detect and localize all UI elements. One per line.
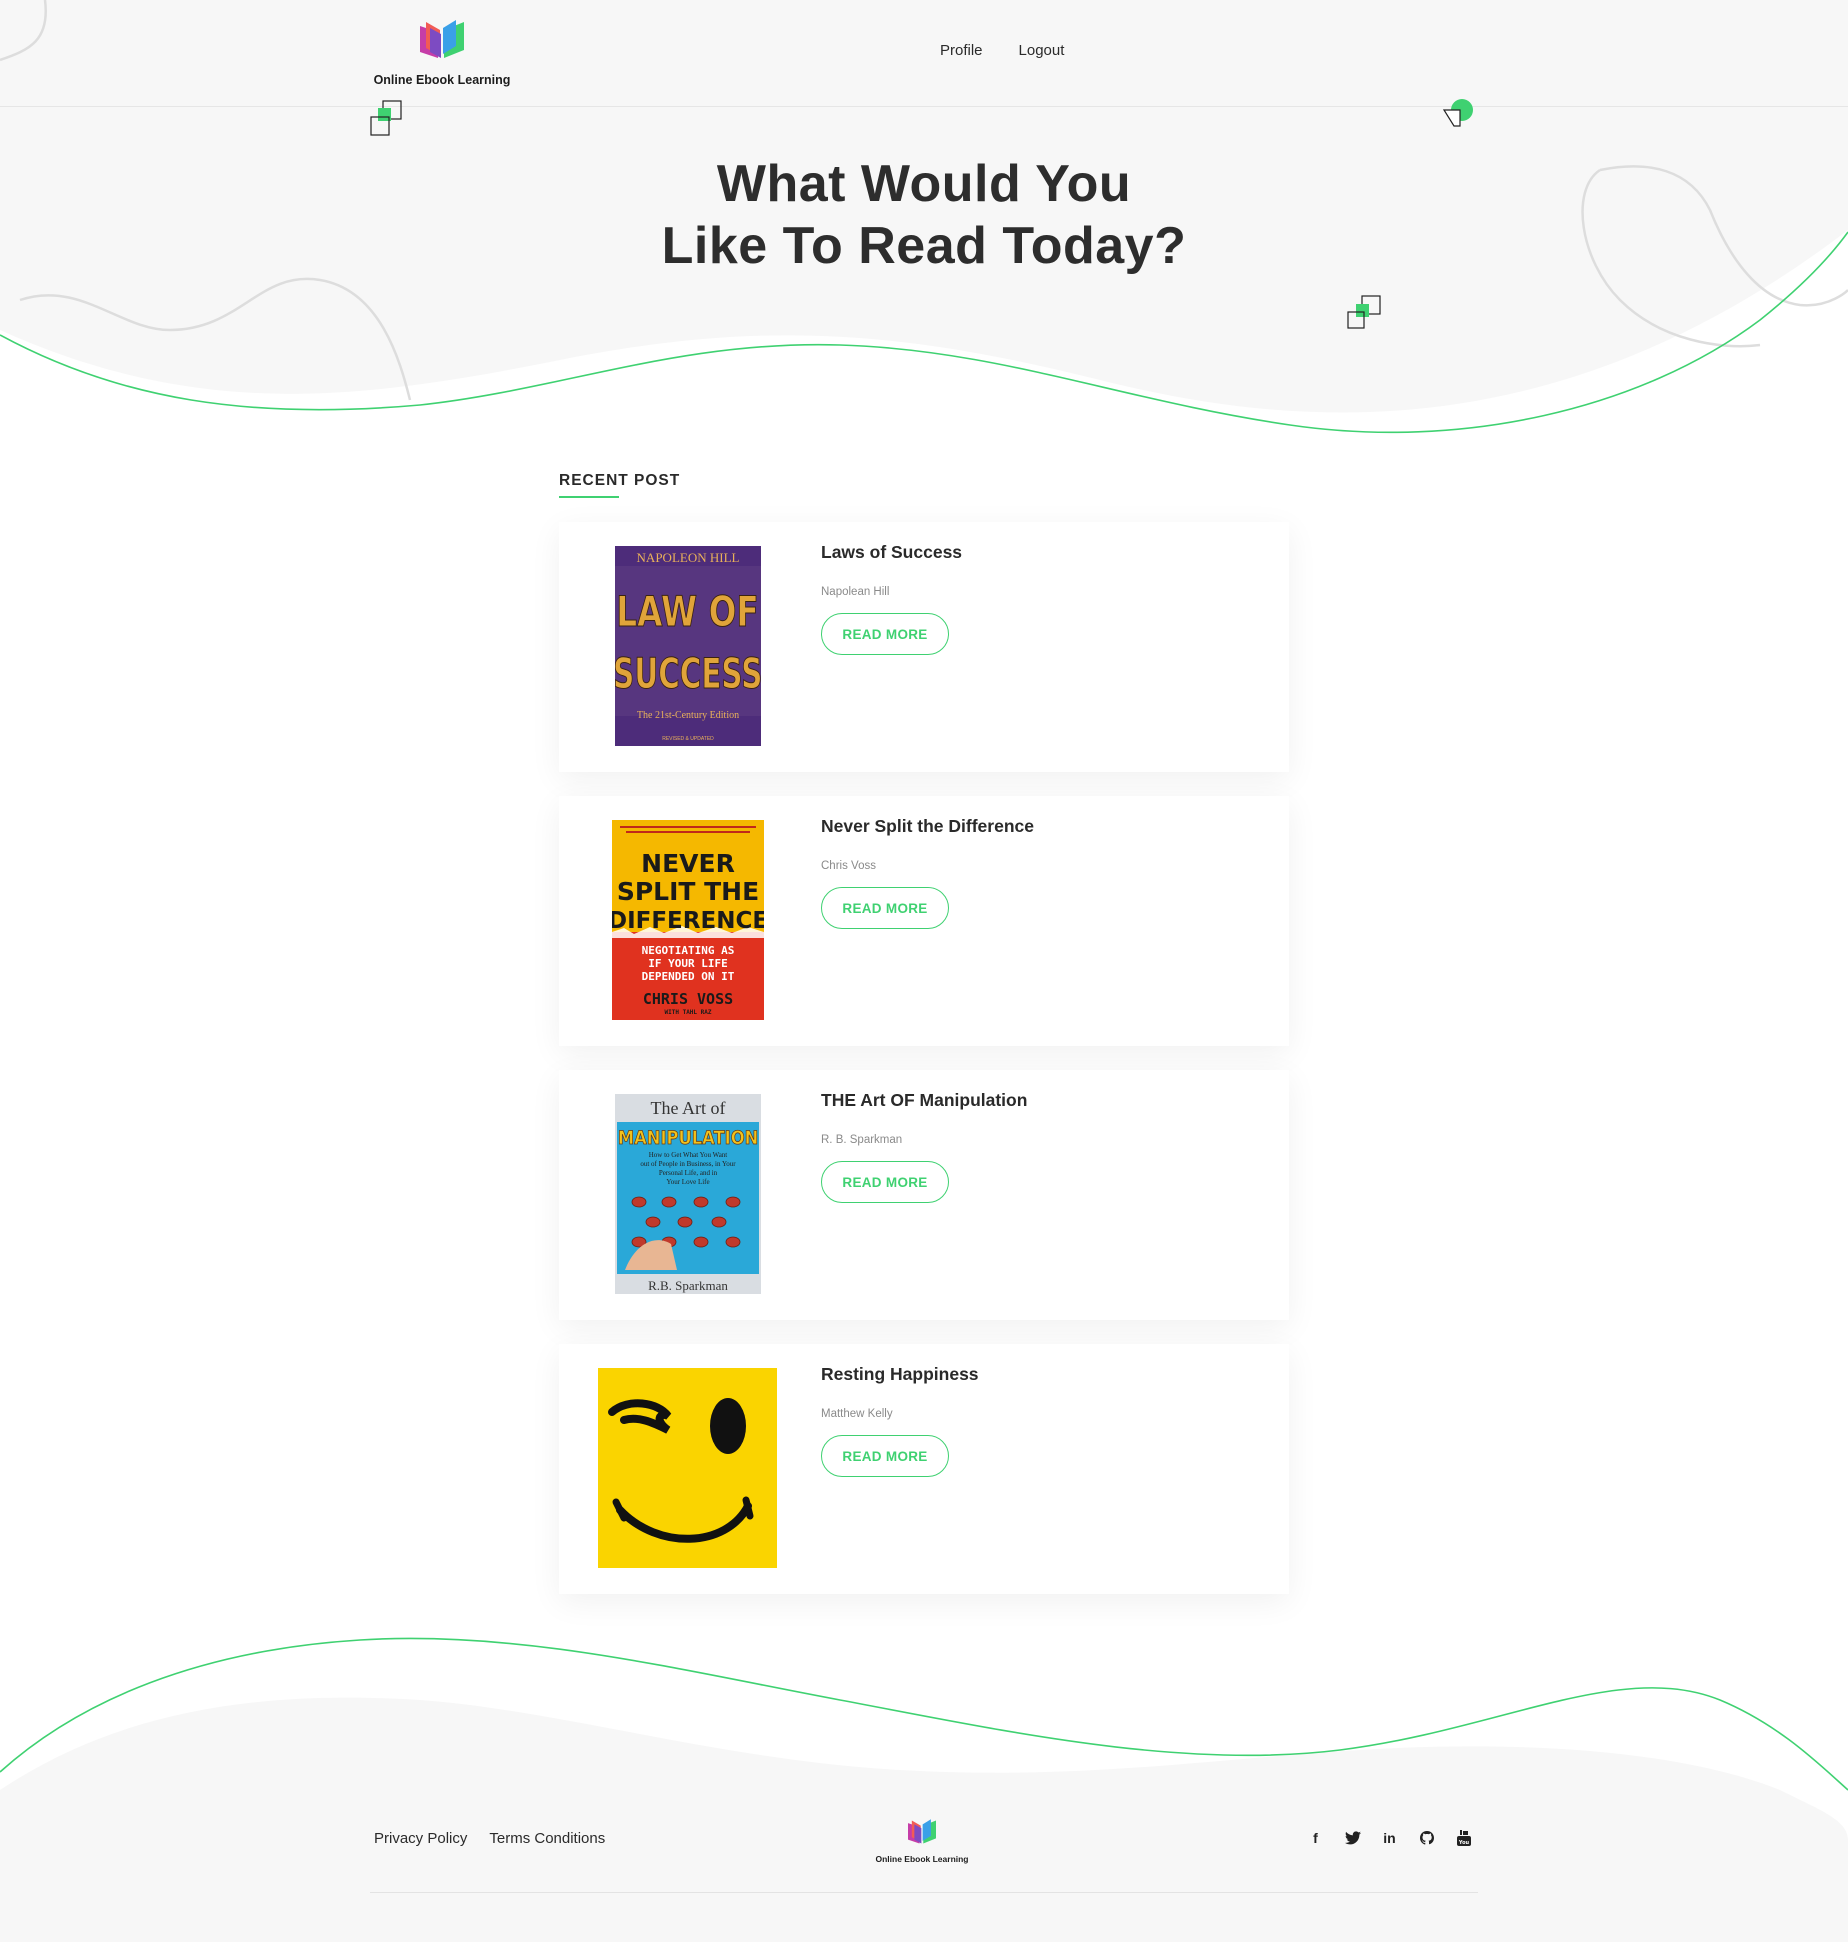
svg-text:WITH TAHL RAZ: WITH TAHL RAZ	[665, 1009, 712, 1016]
footer-logo[interactable]: Online Ebook Learning	[866, 1818, 978, 1864]
post-author: Napolean Hill	[821, 586, 890, 598]
post-title[interactable]: Never Split the Difference	[821, 816, 1034, 837]
svg-text:Your Love Life: Your Love Life	[666, 1178, 709, 1186]
twitter-icon[interactable]	[1343, 1828, 1362, 1847]
hero-heading-line2: Like To Read Today?	[661, 216, 1187, 275]
post-card: The Art of MANIPULATION How to Get What …	[559, 1070, 1289, 1320]
open-book-logo-icon	[908, 1819, 936, 1844]
svg-text:NAPOLEON HILL: NAPOLEON HILL	[637, 550, 740, 565]
svg-text:SUCCESS: SUCCESS	[615, 649, 761, 699]
svg-text:LAW OF: LAW OF	[616, 587, 758, 636]
footer-divider	[370, 1892, 1478, 1893]
svg-text:SPLIT THE: SPLIT THE	[617, 877, 759, 906]
svg-text:IF YOUR LIFE: IF YOUR LIFE	[648, 957, 727, 970]
youtube-icon[interactable]: You	[1454, 1828, 1473, 1847]
svg-text:CHRIS VOSS: CHRIS VOSS	[643, 990, 733, 1008]
footer-background-wave	[0, 1637, 1848, 1942]
post-title[interactable]: Laws of Success	[821, 542, 962, 563]
read-more-button[interactable]: READ MORE	[821, 613, 949, 655]
main-nav: Profile Logout	[940, 42, 1064, 59]
svg-text:How to Get What You Want: How to Get What You Want	[649, 1151, 728, 1159]
site-header: Online Ebook Learning Profile Logout	[0, 0, 1848, 107]
social-links: f in You	[1306, 1828, 1473, 1847]
privacy-policy-link[interactable]: Privacy Policy	[374, 1830, 467, 1847]
post-title[interactable]: Resting Happiness	[821, 1364, 979, 1385]
open-book-logo-icon	[420, 20, 464, 58]
footer-links: Privacy Policy Terms Conditions	[374, 1830, 605, 1847]
deco-cursor-dot-icon	[1442, 99, 1473, 127]
post-title[interactable]: THE Art OF Manipulation	[821, 1090, 1027, 1111]
terms-conditions-link[interactable]: Terms Conditions	[489, 1830, 605, 1847]
svg-text:DIFFERENCE: DIFFERENCE	[612, 908, 764, 934]
nav-logout-link[interactable]: Logout	[1019, 42, 1065, 59]
hero-heading-line1: What Would You	[716, 154, 1132, 213]
svg-text:Personal Life, and in: Personal Life, and in	[659, 1169, 718, 1177]
post-author: R. B. Sparkman	[821, 1134, 903, 1146]
site-logo[interactable]: Online Ebook Learning	[372, 18, 512, 87]
svg-text:DEPENDED ON IT: DEPENDED ON IT	[642, 970, 735, 983]
read-more-button[interactable]: READ MORE	[821, 887, 949, 929]
svg-text:R.B. Sparkman: R.B. Sparkman	[648, 1278, 728, 1293]
svg-text:REVISED & UPDATED: REVISED & UPDATED	[662, 736, 714, 742]
read-more-button[interactable]: READ MORE	[821, 1161, 949, 1203]
logo-text: Online Ebook Learning	[373, 73, 511, 87]
recent-post-heading: RECENT POST	[559, 472, 681, 489]
deco-squares-icon	[1347, 295, 1381, 329]
book-cover-resting-happiness[interactable]	[598, 1368, 777, 1568]
svg-text:The 21st-Century Edition: The 21st-Century Edition	[637, 710, 739, 721]
hero-section: Online Ebook Learning Profile Logout Wha…	[0, 0, 1848, 440]
svg-text:NEGOTIATING AS: NEGOTIATING AS	[642, 944, 735, 957]
hero-heading: What Would You Like To Read Today?	[0, 153, 1848, 277]
post-author: Chris Voss	[821, 860, 876, 872]
post-card: NEVER SPLIT THE DIFFERENCE NEGOTIATING A…	[559, 796, 1289, 1046]
github-icon[interactable]	[1417, 1828, 1436, 1847]
svg-text:You: You	[1457, 1840, 1469, 1846]
post-card: NAPOLEON HILL LAW OF SUCCESS The 21st-Ce…	[559, 522, 1289, 772]
book-cover-art-of-manipulation[interactable]: The Art of MANIPULATION How to Get What …	[615, 1094, 761, 1294]
svg-text:out of People in Business, in: out of People in Business, in Your	[640, 1160, 736, 1168]
deco-squares-icon	[370, 100, 402, 136]
read-more-button[interactable]: READ MORE	[821, 1435, 949, 1477]
footer-logo-text: Online Ebook Learning	[875, 1854, 969, 1864]
book-cover-never-split-the-difference[interactable]: NEVER SPLIT THE DIFFERENCE NEGOTIATING A…	[612, 820, 764, 1020]
svg-text:MANIPULATION: MANIPULATION	[618, 1128, 758, 1149]
book-cover-laws-of-success[interactable]: NAPOLEON HILL LAW OF SUCCESS The 21st-Ce…	[615, 546, 761, 746]
facebook-icon[interactable]: f	[1306, 1828, 1325, 1847]
nav-profile-link[interactable]: Profile	[940, 42, 983, 59]
recent-post-underline	[559, 496, 619, 498]
svg-text:NEVER: NEVER	[641, 849, 735, 878]
linkedin-icon[interactable]: in	[1380, 1828, 1399, 1847]
svg-text:The Art of: The Art of	[651, 1098, 726, 1118]
post-author: Matthew Kelly	[821, 1408, 893, 1420]
post-card: Resting Happiness Matthew Kelly READ MOR…	[559, 1344, 1289, 1594]
